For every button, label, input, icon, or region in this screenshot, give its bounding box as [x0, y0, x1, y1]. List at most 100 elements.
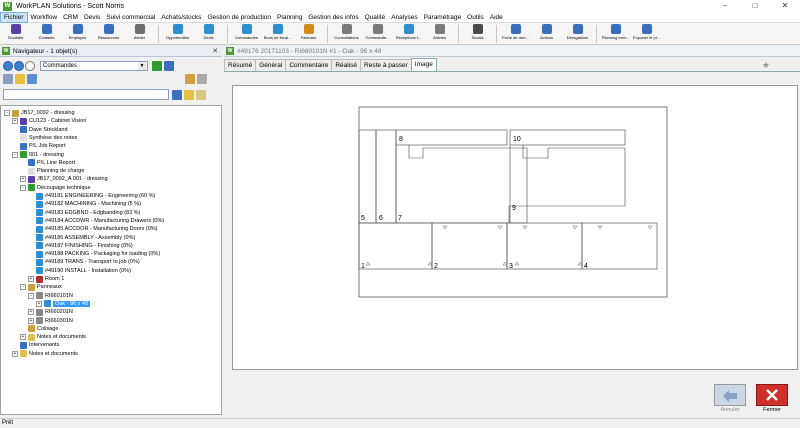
- toolbar-button[interactable]: Ressources: [93, 24, 124, 44]
- collapse-icon[interactable]: -: [4, 110, 10, 116]
- menu-item[interactable]: Devis: [81, 12, 103, 23]
- toolbar-button[interactable]: Exporter le pl...: [631, 24, 662, 44]
- expand-icon[interactable]: +: [28, 317, 34, 324]
- expand-icon[interactable]: +: [36, 300, 42, 307]
- toolbar-button[interactable]: Devis: [193, 24, 224, 44]
- maximize-icon[interactable]: □: [740, 0, 770, 12]
- tree-node[interactable]: + RI660301N: [28, 317, 73, 325]
- search-icon[interactable]: [172, 89, 182, 100]
- menu-item[interactable]: Fichier: [0, 11, 28, 23]
- menu-item[interactable]: Outils: [464, 12, 487, 23]
- tree-node[interactable]: - Découpage technique: [20, 184, 91, 192]
- menu-item[interactable]: Suivi commercial: [103, 12, 158, 23]
- menu-item[interactable]: Aide: [487, 12, 506, 23]
- collapse-icon[interactable]: -: [12, 151, 18, 158]
- toolbar-button[interactable]: Contacts: [31, 24, 62, 44]
- tree-node[interactable]: #49181 ENGINEERING - Engineering (60 %): [28, 192, 155, 200]
- tree-node[interactable]: P/L Line Report: [20, 159, 75, 167]
- magnifier-icon[interactable]: [27, 74, 37, 84]
- toolbar-button[interactable]: Bons de livrai...: [262, 24, 293, 44]
- close-window-icon[interactable]: ✕: [770, 0, 800, 12]
- tree-node[interactable]: + Notes et documents: [12, 350, 78, 358]
- tree-node[interactable]: - Panneaux: [20, 283, 62, 291]
- eraser-icon[interactable]: [184, 89, 194, 100]
- tab-item[interactable]: Général: [255, 59, 287, 71]
- collapse-icon[interactable]: -: [28, 292, 34, 299]
- toolbar-button[interactable]: Dérogations: [562, 24, 593, 44]
- cancel-button[interactable]: Annuler: [714, 384, 746, 414]
- tab-item[interactable]: Reste à passer: [360, 59, 412, 71]
- menu-item[interactable]: Achats/stocks: [158, 12, 204, 23]
- print-icon[interactable]: [197, 74, 207, 84]
- back-icon[interactable]: [3, 61, 13, 71]
- toolbar-button[interactable]: Fiche de rem...: [500, 24, 531, 44]
- tree-node[interactable]: + Room 1: [28, 275, 64, 283]
- tree-node[interactable]: + Oak - 96 x 48: [36, 300, 91, 308]
- toolbar-button[interactable]: Actions: [531, 24, 562, 44]
- navigator-search-input[interactable]: [3, 89, 169, 100]
- filter-icon[interactable]: [164, 61, 174, 71]
- tree-node[interactable]: #49187 FINISHING - Finishing (0%): [28, 242, 133, 250]
- expand-icon[interactable]: +: [20, 176, 26, 183]
- tree-node[interactable]: #49182 MACHINING - Machining (5 %): [28, 200, 141, 208]
- tree-node[interactable]: Colisage: [20, 325, 58, 333]
- tree-node[interactable]: Synthèse des notes: [12, 134, 77, 142]
- toolbar-button[interactable]: Stocks: [462, 24, 493, 44]
- folder-icon[interactable]: [185, 74, 195, 84]
- toolbar-button[interactable]: Atelier: [124, 24, 155, 44]
- expand-icon[interactable]: +: [28, 309, 34, 316]
- mail-icon[interactable]: [196, 89, 206, 100]
- tab-item[interactable]: Réalisé: [331, 59, 362, 71]
- menu-item[interactable]: CRM: [60, 12, 81, 23]
- menu-item[interactable]: Gestion des infos: [305, 12, 361, 23]
- toolbar-button[interactable]: Employés: [62, 24, 93, 44]
- minimize-icon[interactable]: –: [710, 0, 740, 12]
- tree-node[interactable]: + RI660201N: [28, 308, 73, 316]
- tree-node[interactable]: Dave Strickland: [12, 126, 68, 134]
- favorites-star-icon[interactable]: [15, 74, 25, 84]
- tree-node[interactable]: P/L Job Report: [12, 142, 65, 150]
- menu-item[interactable]: Qualité: [362, 12, 389, 23]
- tree-node[interactable]: + Notes et documents: [20, 333, 86, 341]
- forward-icon[interactable]: [14, 61, 24, 71]
- refresh-icon[interactable]: [25, 61, 35, 71]
- favorite-star-icon[interactable]: ★: [762, 60, 770, 71]
- toolbar-button[interactable]: Commande...: [362, 24, 393, 44]
- tree-node[interactable]: Intervenants: [12, 341, 59, 349]
- tree-node[interactable]: #49188 PACKING - Packaging for loading (…: [28, 250, 160, 258]
- tab-item[interactable]: Résumé: [224, 59, 257, 71]
- tree-node[interactable]: #49189 TRANS - Transport to job (0%): [28, 258, 140, 266]
- toolbar-button[interactable]: Commandes: [231, 24, 262, 44]
- tree-node[interactable]: Planning de charge: [20, 167, 84, 175]
- menu-item[interactable]: Analyses: [388, 12, 420, 23]
- tree-node[interactable]: + CU123 - Cabinet Vision: [12, 117, 86, 125]
- collapse-icon[interactable]: -: [20, 284, 26, 291]
- toolbar-button[interactable]: Opportunités: [162, 24, 193, 44]
- toolbar-button[interactable]: Articles: [424, 24, 455, 44]
- navigator-close-icon[interactable]: ✕: [212, 47, 218, 55]
- tab-image[interactable]: Image: [410, 58, 437, 71]
- tree-node[interactable]: #49183 EDGBND - Edgbanding (83 %): [28, 209, 140, 217]
- tree-node[interactable]: #49190 INSTALL - Installation (0%): [28, 267, 131, 275]
- toolbar-button[interactable]: Sociétés: [0, 24, 31, 44]
- menu-item[interactable]: Paramétrage: [421, 12, 465, 23]
- expand-icon[interactable]: +: [20, 334, 26, 341]
- collapse-icon[interactable]: -: [20, 184, 26, 191]
- expand-icon[interactable]: +: [28, 276, 34, 282]
- list-view-icon[interactable]: [3, 74, 13, 84]
- object-type-combo[interactable]: Commandes ▼: [40, 61, 148, 71]
- toolbar-button[interactable]: Factures: [293, 24, 324, 44]
- tree-node[interactable]: #49184 ACCDWR - Manufacturing Drawers (0…: [28, 217, 164, 225]
- toolbar-button[interactable]: Réceptions f...: [393, 24, 424, 44]
- chevron-down-icon[interactable]: ▼: [138, 62, 146, 70]
- toolbar-button[interactable]: Consultations: [331, 24, 362, 44]
- tab-item[interactable]: Commentaire: [285, 59, 333, 71]
- tree-node[interactable]: #49185 ACCDOR - Manufacturing Doors (0%): [28, 225, 158, 233]
- menu-item[interactable]: Workflow: [28, 12, 61, 23]
- add-icon[interactable]: [152, 61, 162, 71]
- tree-node[interactable]: #49186 ASSEMBLY - Assembly (0%): [28, 234, 135, 242]
- toolbar-button[interactable]: Planning envi...: [600, 24, 631, 44]
- close-button[interactable]: Fermer: [756, 384, 788, 414]
- menu-item[interactable]: Planning: [274, 12, 305, 23]
- expand-icon[interactable]: +: [12, 118, 18, 125]
